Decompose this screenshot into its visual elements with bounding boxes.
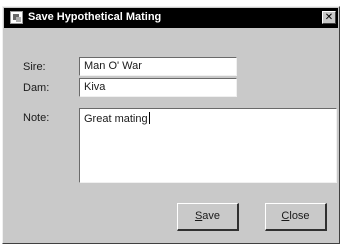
dam-value: Kiva: [84, 81, 106, 93]
note-label: Note:: [23, 112, 50, 124]
text-caret: [148, 112, 150, 124]
sire-value: Man O' War: [84, 60, 142, 72]
sire-label: Sire:: [23, 61, 46, 73]
dam-label: Dam:: [23, 82, 50, 94]
note-textarea[interactable]: Great mating: [79, 108, 337, 183]
save-label-rest: ave: [202, 210, 221, 222]
dam-field[interactable]: Kiva: [79, 78, 237, 97]
close-label-rest: lose: [289, 210, 310, 222]
title-bar[interactable]: Save Hypothetical Mating ✕: [4, 8, 338, 28]
sire-field[interactable]: Man O' War: [79, 57, 237, 76]
window-title: Save Hypothetical Mating: [28, 11, 162, 23]
save-button[interactable]: Save: [177, 203, 239, 231]
close-button[interactable]: Close: [265, 203, 327, 231]
close-window-icon[interactable]: ✕: [322, 11, 336, 24]
app-icon[interactable]: [10, 11, 23, 24]
note-value: Great mating: [84, 113, 148, 125]
save-mating-dialog: Save Hypothetical Mating ✕ Sire: Man O' …: [2, 6, 340, 244]
